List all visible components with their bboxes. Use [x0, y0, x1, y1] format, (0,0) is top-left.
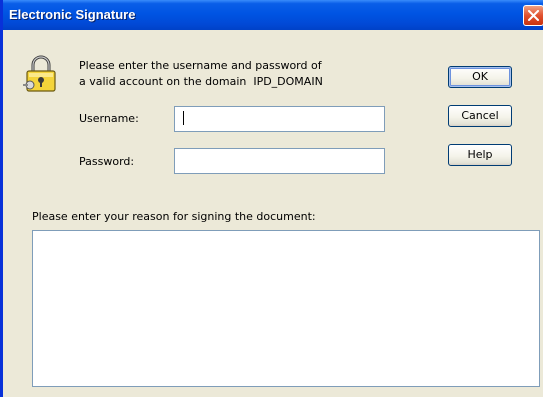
close-icon: [528, 10, 539, 21]
title-bar[interactable]: Electronic Signature: [3, 0, 543, 30]
credential-prompt: Please enter the username and password o…: [79, 58, 323, 90]
cancel-button[interactable]: Cancel: [448, 105, 512, 127]
window-title: Electronic Signature: [9, 7, 136, 22]
reason-textarea[interactable]: [32, 230, 540, 387]
lock-key-icon: [23, 55, 56, 92]
password-label: Password:: [79, 155, 135, 168]
help-button[interactable]: Help: [448, 144, 512, 166]
prompt-line-1: Please enter the username and password o…: [79, 59, 322, 72]
reason-label: Please enter your reason for signing the…: [32, 210, 316, 223]
text-caret: [183, 111, 184, 125]
electronic-signature-dialog: Electronic Signature Please enter the us…: [0, 0, 543, 397]
password-input[interactable]: [174, 148, 385, 174]
ok-button[interactable]: OK: [448, 66, 512, 88]
close-button[interactable]: [523, 5, 543, 26]
prompt-line-2: a valid account on the domain IPD_DOMAIN: [79, 75, 323, 88]
username-label: Username:: [79, 112, 139, 125]
username-input[interactable]: [174, 106, 385, 132]
